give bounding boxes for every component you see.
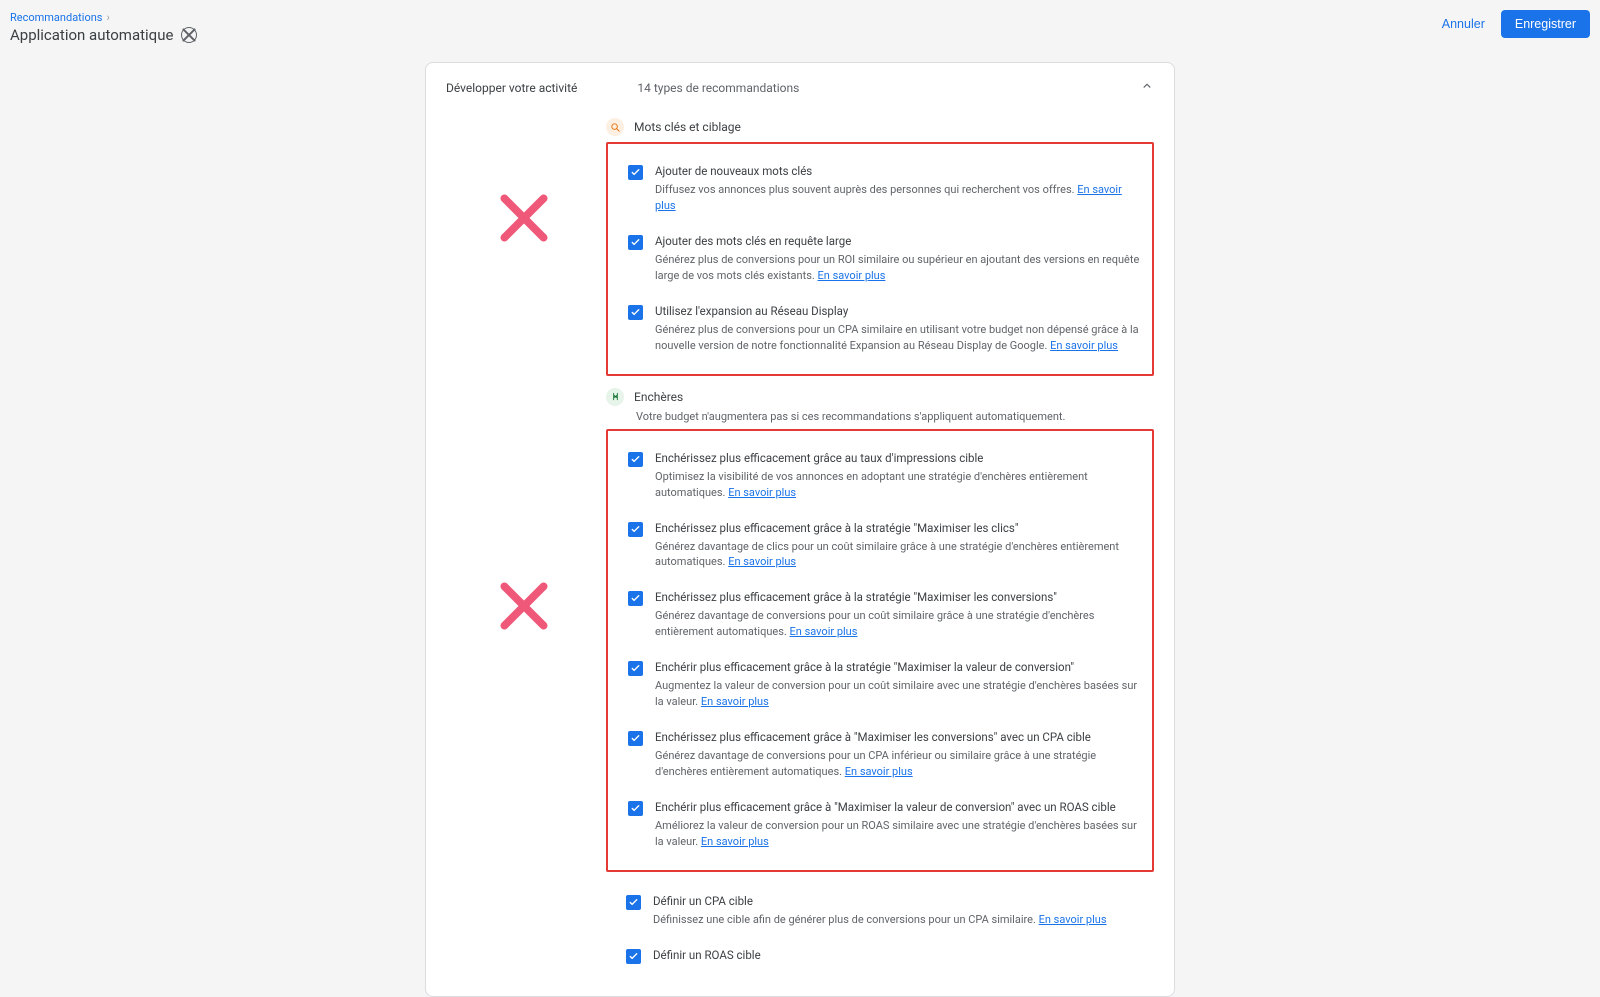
item-desc: Améliorez la valeur de conversion pour u…: [655, 818, 1140, 850]
checkbox[interactable]: [628, 731, 643, 746]
page-title: Application automatique: [10, 26, 173, 44]
item-desc: Diffusez vos annonces plus souvent auprè…: [655, 182, 1140, 214]
learn-more-link[interactable]: En savoir plus: [728, 486, 796, 499]
cross-annotation-1: [496, 190, 552, 256]
checkbox[interactable]: [628, 801, 643, 816]
item-title: Enchérissez plus efficacement grâce à "M…: [655, 730, 1140, 744]
checkbox[interactable]: [628, 165, 643, 180]
highlight-box-keywords: Ajouter de nouveaux mots clés Diffusez v…: [606, 142, 1154, 376]
item-title: Ajouter des mots clés en requête large: [655, 234, 1140, 248]
learn-more-link[interactable]: En savoir plus: [1039, 913, 1107, 926]
recommendation-item: Enchérir plus efficacement grâce à la st…: [628, 650, 1146, 720]
item-desc: Augmentez la valeur de conversion pour u…: [655, 678, 1140, 710]
chevron-right-icon: ›: [106, 11, 109, 24]
item-title: Définir un ROAS cible: [653, 948, 1148, 962]
close-icon[interactable]: [181, 27, 197, 43]
item-title: Enchérissez plus efficacement grâce à la…: [655, 521, 1140, 535]
checkbox[interactable]: [628, 661, 643, 676]
card-subtitle: 14 types de recommandations: [637, 81, 799, 95]
checkbox[interactable]: [628, 235, 643, 250]
item-desc: Générez davantage de conversions pour un…: [655, 608, 1140, 640]
recommendations-card: Développer votre activité 14 types de re…: [425, 62, 1175, 997]
learn-more-link[interactable]: En savoir plus: [728, 555, 796, 568]
item-desc: Générez plus de conversions pour un CPA …: [655, 322, 1140, 354]
recommendation-item: Définir un ROAS cible: [626, 938, 1154, 976]
checkbox[interactable]: [626, 949, 641, 964]
section-keywords: Mots clés et ciblage Ajouter de nouveaux…: [446, 118, 1154, 376]
item-title: Utilisez l'expansion au Réseau Display: [655, 304, 1140, 318]
breadcrumb[interactable]: Recommandations ›: [10, 11, 197, 24]
checkbox[interactable]: [628, 452, 643, 467]
recommendation-item: Enchérissez plus efficacement grâce à la…: [628, 580, 1146, 650]
section-title-keywords: Mots clés et ciblage: [634, 120, 741, 134]
item-desc: Générez davantage de clics pour un coût …: [655, 539, 1140, 571]
item-title: Enchérir plus efficacement grâce à "Maxi…: [655, 800, 1140, 814]
learn-more-link[interactable]: En savoir plus: [790, 625, 858, 638]
recommendation-item: Enchérissez plus efficacement grâce à "M…: [628, 720, 1146, 790]
recommendation-item: Utilisez l'expansion au Réseau Display G…: [628, 294, 1146, 364]
recommendation-item: Ajouter de nouveaux mots clés Diffusez v…: [628, 154, 1146, 224]
checkbox[interactable]: [626, 895, 641, 910]
item-desc: Définissez une cible afin de générer plu…: [653, 912, 1148, 928]
item-title: Enchérissez plus efficacement grâce à la…: [655, 590, 1140, 604]
learn-more-link[interactable]: En savoir plus: [1050, 339, 1118, 352]
recommendation-item: Ajouter des mots clés en requête large G…: [628, 224, 1146, 294]
item-title: Enchérissez plus efficacement grâce au t…: [655, 451, 1140, 465]
items-unboxed: Définir un CPA cible Définissez une cibl…: [626, 884, 1154, 976]
learn-more-link[interactable]: En savoir plus: [845, 765, 913, 778]
learn-more-link[interactable]: En savoir plus: [818, 269, 886, 282]
learn-more-link[interactable]: En savoir plus: [701, 695, 769, 708]
section-bidding: Enchères Votre budget n'augmentera pas s…: [446, 388, 1154, 976]
recommendation-item: Enchérir plus efficacement grâce à "Maxi…: [628, 790, 1146, 860]
checkbox[interactable]: [628, 522, 643, 537]
bid-icon: [606, 388, 624, 406]
save-button[interactable]: Enregistrer: [1501, 10, 1590, 38]
item-desc: Générez davantage de conversions pour un…: [655, 748, 1140, 780]
section-title-bidding: Enchères: [634, 390, 683, 404]
cancel-button[interactable]: Annuler: [1438, 9, 1489, 39]
breadcrumb-link[interactable]: Recommandations: [10, 11, 102, 24]
recommendation-item: Enchérissez plus efficacement grâce à la…: [628, 511, 1146, 581]
checkbox[interactable]: [628, 305, 643, 320]
highlight-box-bidding: Enchérissez plus efficacement grâce au t…: [606, 429, 1154, 872]
item-title: Enchérir plus efficacement grâce à la st…: [655, 660, 1140, 674]
item-desc: Optimisez la visibilité de vos annonces …: [655, 469, 1140, 501]
cross-annotation-2: [496, 578, 552, 644]
collapse-icon[interactable]: [1140, 79, 1154, 96]
recommendation-item: Enchérissez plus efficacement grâce au t…: [628, 441, 1146, 511]
section-note: Votre budget n'augmentera pas si ces rec…: [636, 410, 1154, 423]
search-icon: [606, 118, 624, 136]
card-title: Développer votre activité: [446, 81, 577, 95]
recommendation-item: Définir un CPA cible Définissez une cibl…: [626, 884, 1154, 938]
checkbox[interactable]: [628, 591, 643, 606]
item-desc: Générez plus de conversions pour un ROI …: [655, 252, 1140, 284]
item-title: Ajouter de nouveaux mots clés: [655, 164, 1140, 178]
learn-more-link[interactable]: En savoir plus: [701, 835, 769, 848]
